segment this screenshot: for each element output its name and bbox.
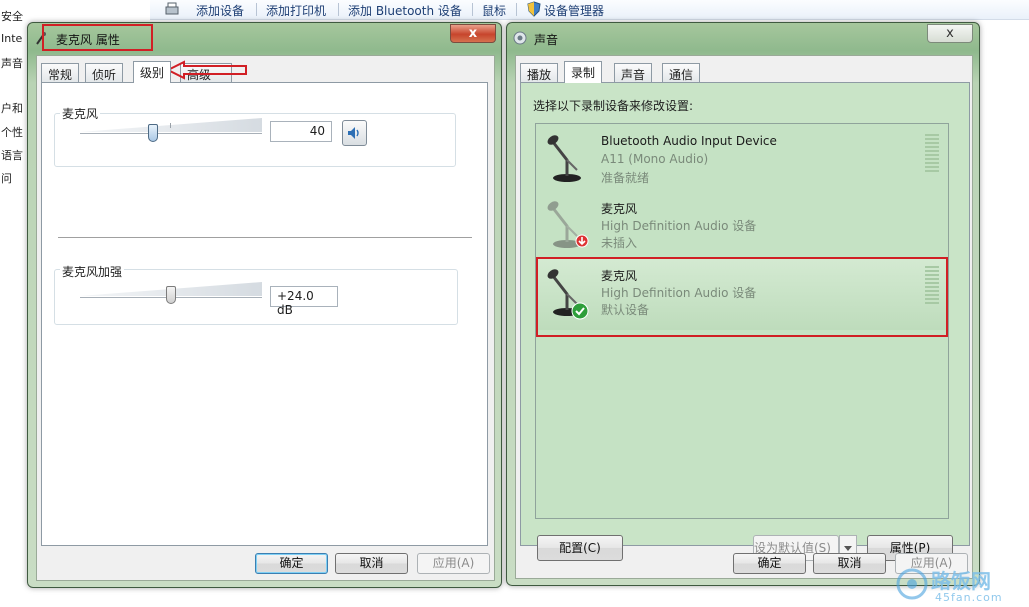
sidebar-item[interactable]: Inte xyxy=(1,32,22,45)
logo-icon xyxy=(896,568,928,600)
microphone-properties-dialog: 麦克风 属性 x 常规 侦听 级别 高级 麦克风 40 麦克风加强 +24.0 … xyxy=(27,22,502,588)
microphone-boost-value: +24.0 dB xyxy=(270,286,338,317)
microphone-icon xyxy=(547,135,581,182)
list-item[interactable]: 麦克风 High Definition Audio 设备 未插入 xyxy=(537,192,947,256)
tab-levels[interactable]: 级别 xyxy=(133,61,172,83)
microphone-boost-slider[interactable] xyxy=(166,286,176,304)
list-item[interactable]: Bluetooth Audio Input Device A11 (Mono A… xyxy=(537,126,947,190)
dialog-title: 声音 xyxy=(534,33,559,47)
microphone-level-value[interactable]: 40 xyxy=(270,121,332,142)
close-icon: x xyxy=(946,26,954,41)
level-meter xyxy=(925,134,939,174)
apply-button[interactable]: 应用(A) xyxy=(417,553,490,574)
tab-recording[interactable]: 录制 xyxy=(564,61,603,83)
close-button[interactable]: x xyxy=(450,24,496,43)
device-manager-link[interactable]: 设备管理器 xyxy=(544,2,604,19)
sidebar-item[interactable]: 户和 xyxy=(1,100,23,116)
tab-sounds[interactable]: 声音 xyxy=(614,63,653,83)
device-name: 麦克风 xyxy=(601,202,638,216)
close-icon: x xyxy=(468,26,478,41)
mouse-link[interactable]: 鼠标 xyxy=(482,2,506,19)
unplugged-icon xyxy=(575,234,589,248)
device-description: High Definition Audio 设备 xyxy=(601,219,757,233)
devices-toolbar: 添加设备 添加打印机 添加 Bluetooth 设备 鼠标 设备管理器 xyxy=(150,0,1029,20)
title-highlight xyxy=(42,24,153,51)
configure-button[interactable]: 配置(C) xyxy=(537,535,623,561)
watermark-site: 45fan.com xyxy=(935,591,1003,604)
tab-listen[interactable]: 侦听 xyxy=(85,63,124,83)
group-label: 麦克风 xyxy=(60,105,101,122)
sidebar-item[interactable]: 语言 xyxy=(1,147,23,163)
close-button[interactable]: x xyxy=(927,24,973,43)
arrow-annotation-icon xyxy=(166,60,247,80)
watermark: 路饭网 45fan.com xyxy=(895,563,1029,607)
tab-playback[interactable]: 播放 xyxy=(520,63,559,83)
add-printer-link[interactable]: 添加打印机 xyxy=(266,2,326,19)
device-status: 准备就绪 xyxy=(601,171,650,185)
ok-button[interactable]: 确定 xyxy=(733,553,806,574)
group-label: 麦克风加强 xyxy=(60,263,125,280)
device-name: Bluetooth Audio Input Device xyxy=(601,134,777,148)
levels-panel: 麦克风 40 麦克风加强 +24.0 dB xyxy=(41,82,488,546)
cancel-button[interactable]: 取消 xyxy=(813,553,886,574)
sidebar-item[interactable]: 个性 xyxy=(1,124,23,140)
dialog-client-area: 常规 侦听 级别 高级 麦克风 40 麦克风加强 +24.0 dB 确定 取消 … xyxy=(36,55,495,581)
watermark-brand: 路饭网 xyxy=(931,569,991,593)
device-status: 未插入 xyxy=(601,236,638,250)
instruction-text: 选择以下录制设备来修改设置: xyxy=(533,99,694,113)
speaker-icon xyxy=(348,127,359,139)
default-device-highlight xyxy=(536,257,948,337)
tab-communications[interactable]: 通信 xyxy=(662,63,701,83)
device-description: A11 (Mono Audio) xyxy=(601,152,709,166)
cancel-button[interactable]: 取消 xyxy=(335,553,408,574)
ok-button[interactable]: 确定 xyxy=(255,553,328,574)
sidebar-item[interactable]: 安全 xyxy=(1,8,23,24)
sidebar-item[interactable]: 声音 xyxy=(1,55,23,71)
microphone-level-slider[interactable] xyxy=(147,124,158,142)
shield-icon xyxy=(527,1,541,17)
chevron-down-icon xyxy=(844,546,852,551)
add-bluetooth-device-link[interactable]: 添加 Bluetooth 设备 xyxy=(348,2,462,19)
add-device-link[interactable]: 添加设备 xyxy=(196,2,244,19)
printer-icon xyxy=(165,2,179,15)
sidebar-item[interactable]: 问 xyxy=(1,170,12,186)
tab-general[interactable]: 常规 xyxy=(41,63,80,83)
mute-button[interactable] xyxy=(342,120,367,146)
sound-icon xyxy=(513,31,527,45)
